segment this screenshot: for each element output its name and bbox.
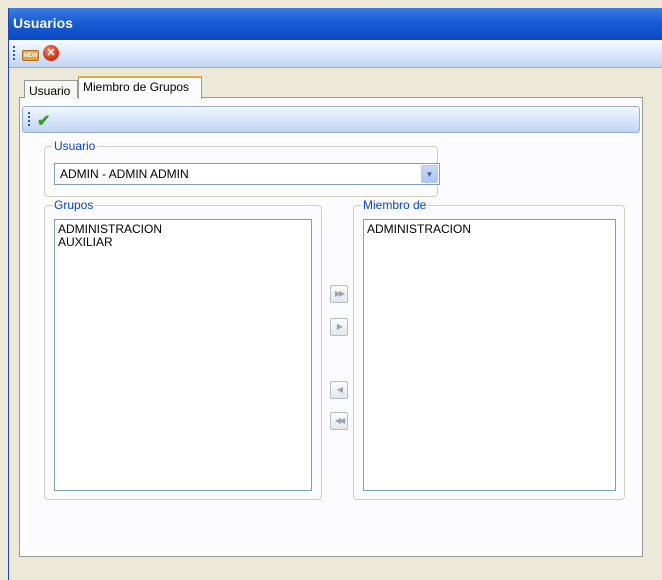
right-arrow-icon[interactable]: ▶ (330, 318, 348, 336)
usuario-legend: Usuario (54, 139, 96, 153)
miembro-de-legend: Miembro de (363, 198, 427, 212)
toolbar-grip[interactable] (13, 46, 15, 61)
list-item[interactable]: AUXILIAR (58, 236, 308, 249)
tab-usuario[interactable]: Usuario (24, 80, 78, 98)
chevron-down-icon[interactable]: ▼ (421, 165, 438, 183)
title-bar: Usuarios (9, 8, 662, 40)
double-left-arrow-icon[interactable]: ◀◀ (330, 412, 348, 430)
usuario-select-value: ADMIN - ADMIN ADMIN (60, 167, 189, 181)
miembro-de-listbox[interactable]: ADMINISTRACION (363, 219, 616, 491)
tab-miembro-de-grupos[interactable]: Miembro de Grupos (78, 76, 202, 99)
main-toolbar: NEW ✕ (9, 40, 662, 68)
grupos-listbox[interactable]: ADMINISTRACION AUXILIAR (54, 219, 312, 491)
new-icon[interactable]: NEW (22, 50, 39, 61)
grupos-legend: Grupos (54, 198, 94, 212)
close-icon[interactable]: ✕ (43, 45, 59, 61)
panel-toolbar-grip[interactable] (28, 112, 30, 127)
list-item[interactable]: ADMINISTRACION (367, 223, 612, 236)
usuario-select[interactable]: ADMIN - ADMIN ADMIN ▼ (54, 163, 440, 185)
panel-toolbar: ✔ (22, 106, 640, 133)
window-title: Usuarios (13, 15, 73, 31)
left-arrow-icon[interactable]: ◀ (330, 381, 348, 399)
double-right-arrow-icon[interactable]: ▶▶ (330, 285, 348, 303)
check-icon[interactable]: ✔ (37, 111, 50, 131)
